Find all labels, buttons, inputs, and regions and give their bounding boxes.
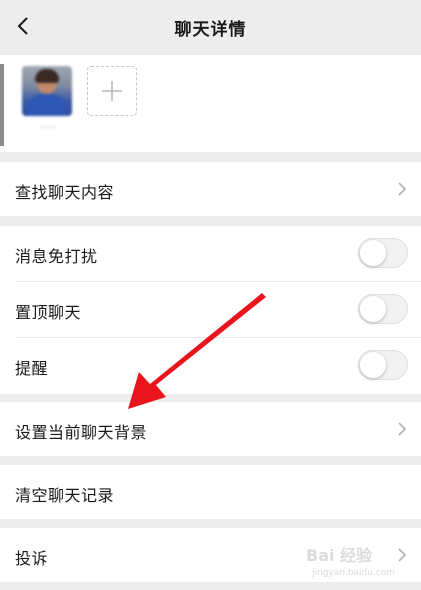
divider bbox=[15, 281, 421, 282]
chevron-right-icon bbox=[398, 182, 407, 196]
divider bbox=[15, 337, 421, 338]
pin-chat-toggle[interactable] bbox=[358, 294, 408, 324]
member-avatar[interactable] bbox=[22, 66, 72, 116]
member-name: ····· bbox=[40, 123, 56, 134]
search-chat-row[interactable]: 查找聊天内容 bbox=[0, 162, 421, 216]
members-panel: ····· bbox=[0, 55, 421, 152]
remind-label: 提醒 bbox=[15, 359, 49, 378]
avatar-hair bbox=[35, 69, 59, 83]
chevron-right-icon bbox=[398, 422, 407, 436]
remind-toggle[interactable] bbox=[358, 350, 408, 380]
mute-label: 消息免打扰 bbox=[15, 247, 98, 266]
report-label: 投诉 bbox=[15, 549, 49, 568]
pin-chat-label: 置顶聊天 bbox=[15, 303, 82, 322]
navigation-bar: 聊天详情 bbox=[0, 0, 421, 52]
toggle-knob bbox=[360, 352, 386, 378]
watermark-url: jingyan.baidu.com bbox=[312, 568, 396, 578]
mute-toggle[interactable] bbox=[358, 238, 408, 268]
add-member-button[interactable] bbox=[87, 66, 137, 116]
page-title: 聊天详情 bbox=[174, 20, 247, 40]
watermark-text: Bai 经验 bbox=[306, 546, 373, 565]
plus-icon bbox=[102, 81, 122, 101]
toggle-knob bbox=[360, 240, 386, 266]
avatar-body bbox=[28, 94, 66, 116]
toggle-knob bbox=[360, 296, 386, 322]
edge-shadow bbox=[0, 64, 4, 146]
search-chat-label: 查找聊天内容 bbox=[15, 183, 115, 202]
set-background-label: 设置当前聊天背景 bbox=[15, 423, 148, 442]
toggle-group: 消息免打扰 置顶聊天 提醒 bbox=[0, 226, 421, 394]
clear-history-row[interactable]: 清空聊天记录 bbox=[0, 465, 421, 519]
baidu-watermark: Bai 经验 jingyan.baidu.com bbox=[304, 540, 404, 584]
set-background-row[interactable]: 设置当前聊天背景 bbox=[0, 402, 421, 456]
clear-history-label: 清空聊天记录 bbox=[15, 486, 115, 505]
